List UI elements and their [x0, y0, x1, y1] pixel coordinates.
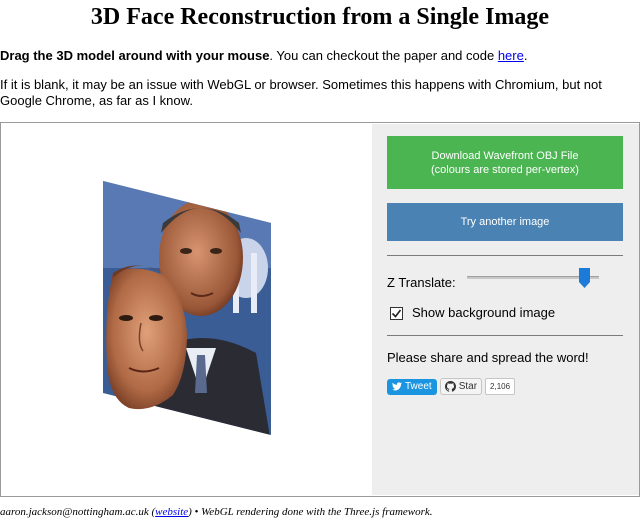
viewer-container: Download Wavefront OBJ File (colours are… — [0, 122, 640, 497]
z-translate-label: Z Translate: — [387, 275, 456, 290]
intro-end: . — [523, 48, 528, 63]
github-star-button[interactable]: Star — [439, 378, 483, 395]
face-render — [103, 181, 271, 435]
star-label: Star — [458, 381, 478, 392]
tweet-button[interactable]: Tweet — [387, 378, 437, 395]
show-bg-label: Show background image — [412, 305, 556, 320]
download-obj-button[interactable]: Download Wavefront OBJ File (colours are… — [387, 136, 623, 189]
footer-rest: ) • WebGL rendering done with the Three.… — [188, 506, 433, 518]
webgl-note: If it is blank, it may be an issue with … — [0, 77, 602, 108]
star-count: 2,106 — [485, 378, 516, 395]
paper-code-link[interactable]: here — [498, 48, 524, 63]
try-another-button[interactable]: Try another image — [387, 203, 623, 241]
download-label: Download Wavefront OBJ File — [431, 149, 579, 162]
intro-bold: Drag the 3D model around with your mouse — [0, 48, 270, 63]
3d-canvas[interactable] — [1, 123, 371, 496]
twitter-bird-icon — [392, 382, 402, 391]
share-text: Please share and spread the word! — [387, 350, 589, 365]
intro-rest: . You can checkout the paper and code — [269, 48, 498, 63]
page-title: 3D Face Reconstruction from a Single Ima… — [90, 4, 550, 30]
social-buttons: Tweet Star 2,106 — [387, 378, 516, 395]
footer: aaron.jackson@nottingham.ac.uk (website)… — [0, 505, 640, 519]
show-bg-checkbox[interactable] — [390, 306, 403, 320]
show-bg-row: Show background image — [390, 305, 555, 321]
divider — [387, 335, 623, 336]
slider-thumb[interactable] — [579, 268, 590, 288]
tweet-label: Tweet — [405, 381, 432, 392]
checkmark-icon — [391, 309, 402, 318]
control-panel: Download Wavefront OBJ File (colours are… — [372, 124, 639, 495]
divider — [387, 255, 623, 256]
intro-text: Drag the 3D model around with your mouse… — [0, 47, 640, 64]
z-translate-slider[interactable] — [467, 268, 607, 288]
website-link[interactable]: website — [155, 506, 188, 518]
download-sublabel: (colours are stored per-vertex) — [431, 163, 579, 176]
github-icon — [444, 381, 456, 392]
footer-email: aaron.jackson@nottingham.ac.uk ( — [0, 506, 156, 518]
try-another-label: Try another image — [460, 216, 550, 228]
